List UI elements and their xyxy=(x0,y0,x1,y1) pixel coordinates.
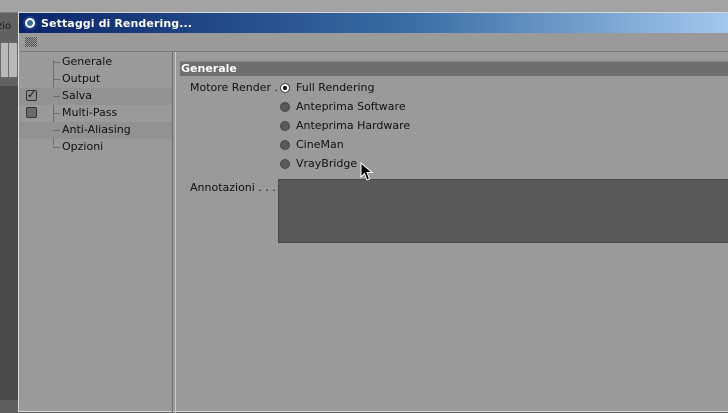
tree-branch xyxy=(53,147,60,148)
radio-label: CineMan xyxy=(296,138,344,151)
radio-unselected-icon[interactable] xyxy=(280,102,290,112)
nav-item-opzioni[interactable]: Opzioni xyxy=(19,139,172,156)
background-toolbar-button[interactable] xyxy=(8,42,18,78)
multi-pass-enable-checkbox[interactable] xyxy=(26,107,37,118)
radio-label: Full Rendering xyxy=(296,81,375,94)
radio-selected-icon[interactable] xyxy=(280,83,290,93)
salva-enable-checkbox[interactable] xyxy=(26,88,37,101)
tree-branch xyxy=(53,96,60,97)
nav-item-label: Generale xyxy=(62,55,113,68)
tree-branch xyxy=(53,113,60,114)
nav-item-output[interactable]: Output xyxy=(19,71,172,88)
radio-vraybridge[interactable]: VrayBridge xyxy=(280,157,480,174)
radio-label: Anteprima Software xyxy=(296,100,406,113)
radio-unselected-icon[interactable] xyxy=(280,159,290,169)
radio-anteprima-software[interactable]: Anteprima Software xyxy=(280,100,480,117)
nav-item-label: Anti-Aliasing xyxy=(62,123,131,136)
radio-full-rendering[interactable]: Full Rendering xyxy=(280,81,480,98)
radio-label: VrayBridge xyxy=(296,157,358,170)
tree-branch xyxy=(53,79,60,80)
section-title: Generale xyxy=(181,62,237,75)
radio-unselected-icon[interactable] xyxy=(280,121,290,131)
render-settings-dialog: Settaggi di Rendering... Generale Output… xyxy=(18,12,728,413)
settings-panel: Generale Motore Render . . Full Renderin… xyxy=(175,52,728,413)
dialog-menu-strip xyxy=(19,33,728,52)
tree-branch xyxy=(53,130,60,131)
nav-item-label: Salva xyxy=(62,89,93,102)
settings-nav-tree: Generale Output Salva Multi-Pass Anti-Al… xyxy=(19,52,173,413)
nav-item-label: Output xyxy=(62,72,101,85)
nav-item-label: Multi-Pass xyxy=(62,106,118,119)
dialog-titlebar[interactable]: Settaggi di Rendering... xyxy=(19,13,728,33)
nav-item-salva[interactable]: Salva xyxy=(19,88,172,105)
nav-item-generale[interactable]: Generale xyxy=(19,54,172,71)
grip-icon[interactable] xyxy=(25,37,37,47)
dialog-title: Settaggi di Rendering... xyxy=(41,17,193,30)
nav-item-anti-aliasing[interactable]: Anti-Aliasing xyxy=(19,122,172,139)
background-label-top: zio xyxy=(0,21,12,32)
background-sidebar xyxy=(0,86,18,400)
nav-item-label: Opzioni xyxy=(62,140,104,153)
section-header: Generale xyxy=(180,61,728,76)
radio-unselected-icon[interactable] xyxy=(280,140,290,150)
tree-branch xyxy=(53,62,60,63)
render-engine-label: Motore Render . . xyxy=(190,81,285,94)
radio-anteprima-hardware[interactable]: Anteprima Hardware xyxy=(280,119,480,136)
notes-label: Annotazioni . . . . xyxy=(190,181,283,194)
nav-item-multi-pass[interactable]: Multi-Pass xyxy=(19,105,172,122)
notes-textarea[interactable] xyxy=(278,179,728,243)
radio-cineman[interactable]: CineMan xyxy=(280,138,480,155)
radio-label: Anteprima Hardware xyxy=(296,119,411,132)
cinema4d-logo-icon xyxy=(23,16,37,30)
